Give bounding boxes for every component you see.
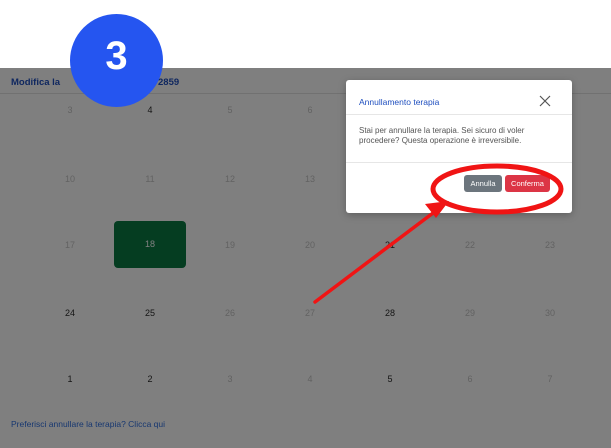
modal-body-text: Stai per annullare la terapia. Sei sicur… [359,126,525,145]
step-number-badge: 3 [70,14,163,107]
close-icon[interactable] [539,95,551,107]
modal-header: Annullamento terapia [346,80,572,115]
cancel-therapy-modal: Annullamento terapia Stai per annullare … [346,80,572,213]
modal-footer-divider [346,162,572,163]
annulla-button[interactable]: Annulla [464,175,502,192]
page: Modifica la 2859 3 4 5 6 10 11 12 13 17 … [0,0,611,448]
modal-title: Annullamento terapia [359,97,440,107]
step-number: 3 [105,34,128,78]
conferma-button[interactable]: Conferma [505,175,550,192]
